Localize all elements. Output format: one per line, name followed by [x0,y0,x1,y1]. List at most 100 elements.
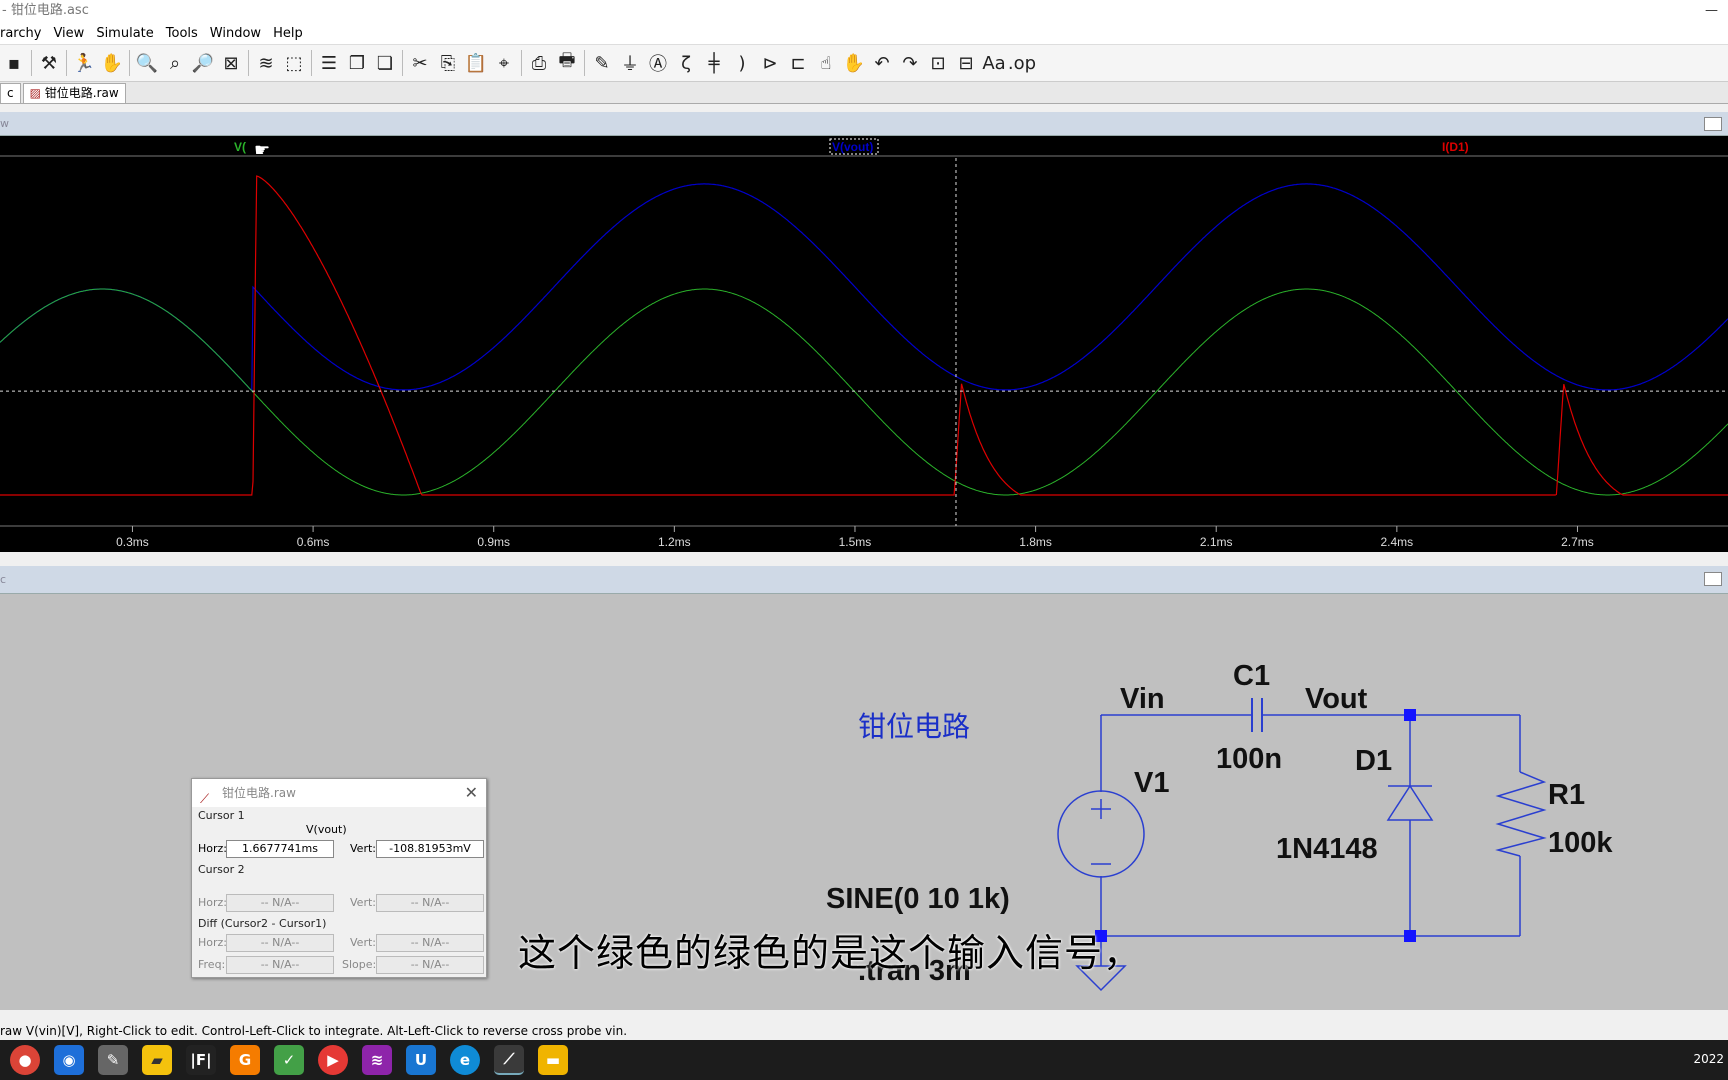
capacitor-icon[interactable]: ╪ [700,49,728,77]
menu-view[interactable]: View [53,26,84,41]
cursor1-horz-field[interactable]: 1.6677741ms [226,840,334,858]
value-v1[interactable]: SINE(0 10 1k) [826,883,1010,915]
trace-vout[interactable] [0,183,1728,393]
autorange-icon[interactable]: ≋ [252,49,280,77]
spreadsheet-icon[interactable]: ✓ [274,1045,304,1075]
diode-d1[interactable] [1386,784,1434,821]
label-d1[interactable]: D1 [1355,745,1392,777]
video-icon[interactable]: ▶ [318,1045,348,1075]
text-icon[interactable]: Aa [980,49,1008,77]
tab-waveform[interactable]: ▨ 钳位电路.raw [22,83,126,103]
typora-icon[interactable]: |F| [186,1045,216,1075]
menu-tools[interactable]: Tools [166,26,198,41]
run-icon[interactable]: 🏃 [70,49,98,77]
label-c1[interactable]: C1 [1233,660,1270,692]
x-tick-label: 0.9ms [477,535,510,549]
toolbox-icon[interactable]: U [406,1045,436,1075]
undo-icon[interactable]: ↶ [868,49,896,77]
diff-slope-field[interactable]: -- N/A-- [376,956,484,974]
diff-horz-field[interactable]: -- N/A-- [226,934,334,952]
minimize-button[interactable]: — [1705,0,1718,22]
taskbar: ● ◉ ✎ ▰ |F| G ✓ ▶ ≋ U e ⟋ ▬ 2022 [0,1040,1728,1080]
save-icon[interactable]: ▪ [0,49,28,77]
tile-horizontal-icon[interactable]: ☰ [315,49,343,77]
drag-icon[interactable]: ✋ [840,49,868,77]
schematic-title: 钳位电路 [858,710,970,743]
restore-icon[interactable] [1704,117,1722,131]
cursor2-vert-field[interactable]: -- N/A-- [376,894,484,912]
recorder-icon[interactable]: G [230,1045,260,1075]
legend-vin[interactable]: V( [234,140,246,154]
chrome-icon[interactable]: ● [10,1045,40,1075]
control-panel-icon[interactable]: ⚒ [35,49,63,77]
x-tick-label: 1.2ms [658,535,691,549]
mirror-icon[interactable]: ⊟ [952,49,980,77]
cascade-icon[interactable]: ❐ [343,49,371,77]
edit-waveform-icon[interactable]: ⬚ [280,49,308,77]
spice-directive-icon[interactable]: .op [1008,49,1036,77]
label-v1[interactable]: V1 [1134,767,1169,799]
zoom-fit-icon[interactable]: ⊠ [217,49,245,77]
net-label-vin[interactable]: Vin [1120,683,1165,715]
cursor-window-titlebar[interactable]: ⟋ 钳位电路.raw ✕ [192,779,486,807]
diff-freq-field[interactable]: -- N/A-- [226,956,334,974]
sticky-notes-icon[interactable]: ▰ [142,1045,172,1075]
menu-bar: rarchy View Simulate Tools Window Help [0,22,1728,44]
file-explorer-icon[interactable]: ▬ [538,1045,568,1075]
zoom-out-icon[interactable]: 🔎 [189,49,217,77]
waveform-svg[interactable]: 0.3ms 0.6ms 0.9ms 1.2ms 1.5ms 1.8ms 2.1ms 2.4ms… [0,136,1728,552]
tile-vertical-icon[interactable]: ❏ [371,49,399,77]
resistor-r1[interactable] [1495,771,1547,857]
net-label-vout[interactable]: Vout [1305,683,1368,715]
redo-icon[interactable]: ↷ [896,49,924,77]
tab-schematic[interactable]: c [0,83,21,103]
legend-id1[interactable]: I(D1) [1442,140,1469,154]
resistor-icon[interactable]: ζ [672,49,700,77]
close-icon[interactable]: ✕ [465,779,478,807]
menu-simulate[interactable]: Simulate [96,26,153,41]
find-icon[interactable]: ⌖ [490,49,518,77]
cursor2-vert-label: Vert: [350,896,376,909]
legend-vout[interactable]: V(vout) [832,140,873,154]
model-d1[interactable]: 1N4148 [1276,833,1378,865]
menu-window[interactable]: Window [210,26,261,41]
waveform-plot[interactable]: 0.3ms 0.6ms 0.9ms 1.2ms 1.5ms 1.8ms 2.1ms 2.4ms… [0,136,1728,552]
waveform-panel-header[interactable]: w [0,112,1728,136]
paint-icon[interactable]: ✎ [98,1045,128,1075]
schematic-panel-header[interactable]: c [0,566,1728,594]
diff-vert-field[interactable]: -- N/A-- [376,934,484,952]
menu-hierarchy[interactable]: rarchy [0,26,41,41]
restore-icon[interactable] [1704,572,1722,586]
cursor2-horz-field[interactable]: -- N/A-- [226,894,334,912]
rider-icon[interactable]: ≋ [362,1045,392,1075]
voltage-source-v1[interactable] [1057,790,1145,878]
ground-icon[interactable]: ⏚ [616,49,644,77]
component-icon[interactable]: ⊏ [784,49,812,77]
value-c1[interactable]: 100n [1216,743,1282,775]
capacitor-c1[interactable] [1251,698,1263,732]
label-r1[interactable]: R1 [1548,779,1585,811]
rotate-icon[interactable]: ⊡ [924,49,952,77]
print-icon[interactable]: 🖶 [553,49,581,77]
cursor-window[interactable]: ⟋ 钳位电路.raw ✕ Cursor 1 V(vout) Horz: 1.66… [191,778,487,978]
halt-icon[interactable]: ✋ [98,49,126,77]
paste-icon[interactable]: 📋 [462,49,490,77]
draw-wire-icon[interactable]: ✎ [588,49,616,77]
label-net-icon[interactable]: Ⓐ [644,49,672,77]
menu-help[interactable]: Help [273,26,303,41]
move-icon[interactable]: ☝ [812,49,840,77]
diode-icon[interactable]: ⊳ [756,49,784,77]
search-app-icon[interactable]: ◉ [54,1045,84,1075]
ltspice-taskbar-icon[interactable]: ⟋ [494,1045,524,1075]
edge-icon[interactable]: e [450,1045,480,1075]
pan-icon[interactable]: ⌕ [161,49,189,77]
value-r1[interactable]: 100k [1548,827,1613,859]
trace-id1[interactable] [0,175,1728,496]
print-setup-icon[interactable]: ⎙ [525,49,553,77]
inductor-icon[interactable]: ) [728,49,756,77]
cut-icon[interactable]: ✂ [406,49,434,77]
zoom-in-icon[interactable]: 🔍 [133,49,161,77]
copy-icon[interactable]: ⎘ [434,49,462,77]
trace-vin[interactable] [0,288,1728,496]
cursor1-vert-field[interactable]: -108.81953mV [376,840,484,858]
